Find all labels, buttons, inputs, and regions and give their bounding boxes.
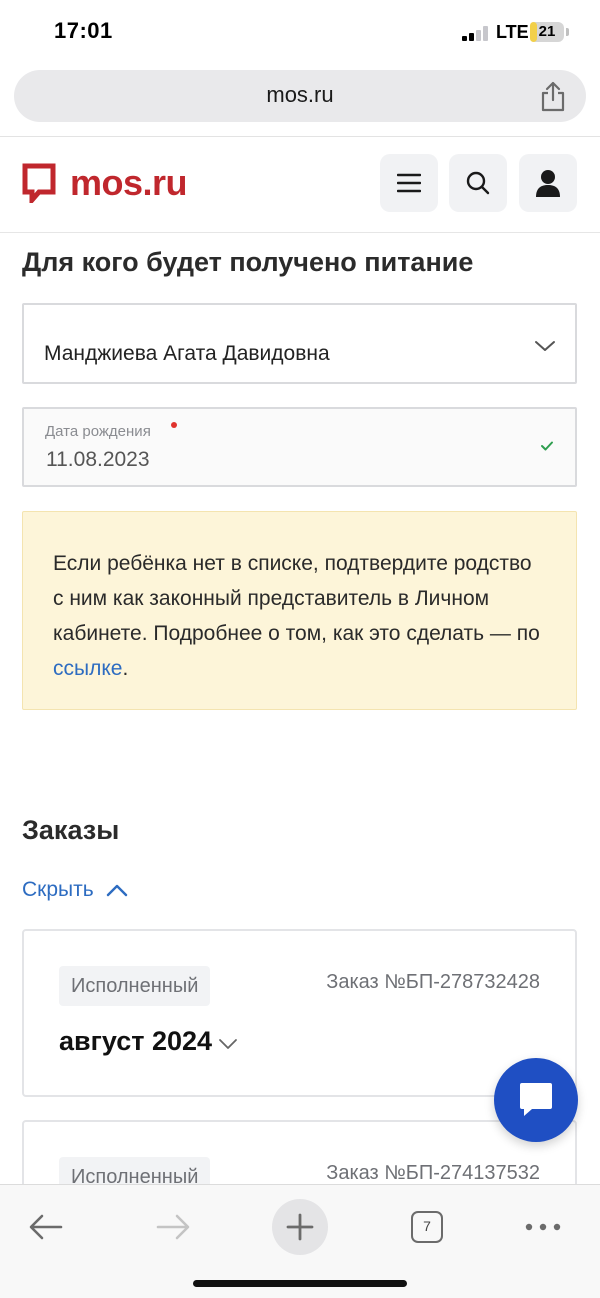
network-type: LTE [496,22,529,42]
hide-orders-toggle[interactable]: Скрыть [22,876,128,904]
browser-toolbar: 7 [0,1184,600,1298]
recipient-select[interactable]: Манджиева Агата Давидовна [22,303,577,384]
order-number: Заказ №БП-274137532 [326,1162,540,1184]
chevron-down-icon [535,341,555,351]
hide-label: Скрыть [22,878,94,901]
section-title: Для кого будет получено питание [22,247,474,277]
battery-level: 21 [538,23,556,40]
order-number: Заказ №БП-278732428 [326,971,540,993]
required-marker [171,422,177,428]
notice-body: Если ребёнка нет в списке, подтвердите р… [53,552,540,645]
more-button[interactable] [515,1199,571,1255]
profile-button[interactable] [519,154,577,212]
site-header: mos.ru [0,137,600,233]
status-bar: 17:01 LTE 21 [0,0,600,64]
back-button[interactable] [18,1199,74,1255]
more-icon [525,1223,561,1231]
plus-icon [286,1213,314,1241]
order-card[interactable]: Исполненный Заказ №БП-278732428 август 2… [22,929,577,1097]
tabs-icon: 7 [411,1211,443,1243]
birth-date-value: 11.08.2023 [46,448,150,471]
notice-end: . [122,657,129,680]
tabs-button[interactable]: 7 [399,1199,455,1255]
new-tab-button[interactable] [272,1199,328,1255]
signal-icon [462,25,490,41]
birth-date-label: Дата рождения [45,423,151,440]
chevron-up-icon [106,884,127,897]
battery-icon: 21 [530,22,564,42]
search-icon [466,171,490,195]
notice-box: Если ребёнка нет в списке, подтвердите р… [22,511,577,710]
address-bar[interactable]: mos.ru [14,70,586,122]
site-logo[interactable]: mos.ru [22,161,188,205]
status-badge: Исполненный [59,966,211,1006]
logo-text: mos.ru [70,162,188,203]
chat-icon [520,1083,552,1116]
back-arrow-icon [29,1214,63,1240]
notice-text: Если ребёнка нет в списке, подтвердите р… [53,546,546,686]
order-month: август 2024 [59,1026,213,1056]
logo-icon [22,163,56,203]
recipient-value: Манджиева Агата Давидовна [44,342,330,365]
share-icon[interactable] [538,80,568,112]
forward-arrow-icon [156,1214,190,1240]
menu-button[interactable] [380,154,438,212]
home-indicator [193,1280,407,1287]
menu-icon [397,173,421,193]
chevron-down-icon [219,1038,237,1049]
check-icon [541,441,553,451]
status-time: 17:01 [54,18,113,43]
birth-date-field[interactable]: Дата рождения 11.08.2023 [22,407,577,487]
battery-cap [566,28,569,36]
url-text: mos.ru [266,82,334,107]
chat-button[interactable] [494,1058,578,1142]
user-icon [536,170,560,197]
notice-link[interactable]: ссылке [53,657,122,680]
search-button[interactable] [449,154,507,212]
order-month-toggle[interactable]: август 2024 [59,1026,238,1057]
orders-title: Заказы [22,815,120,845]
forward-button[interactable] [145,1199,201,1255]
divider [0,232,600,233]
